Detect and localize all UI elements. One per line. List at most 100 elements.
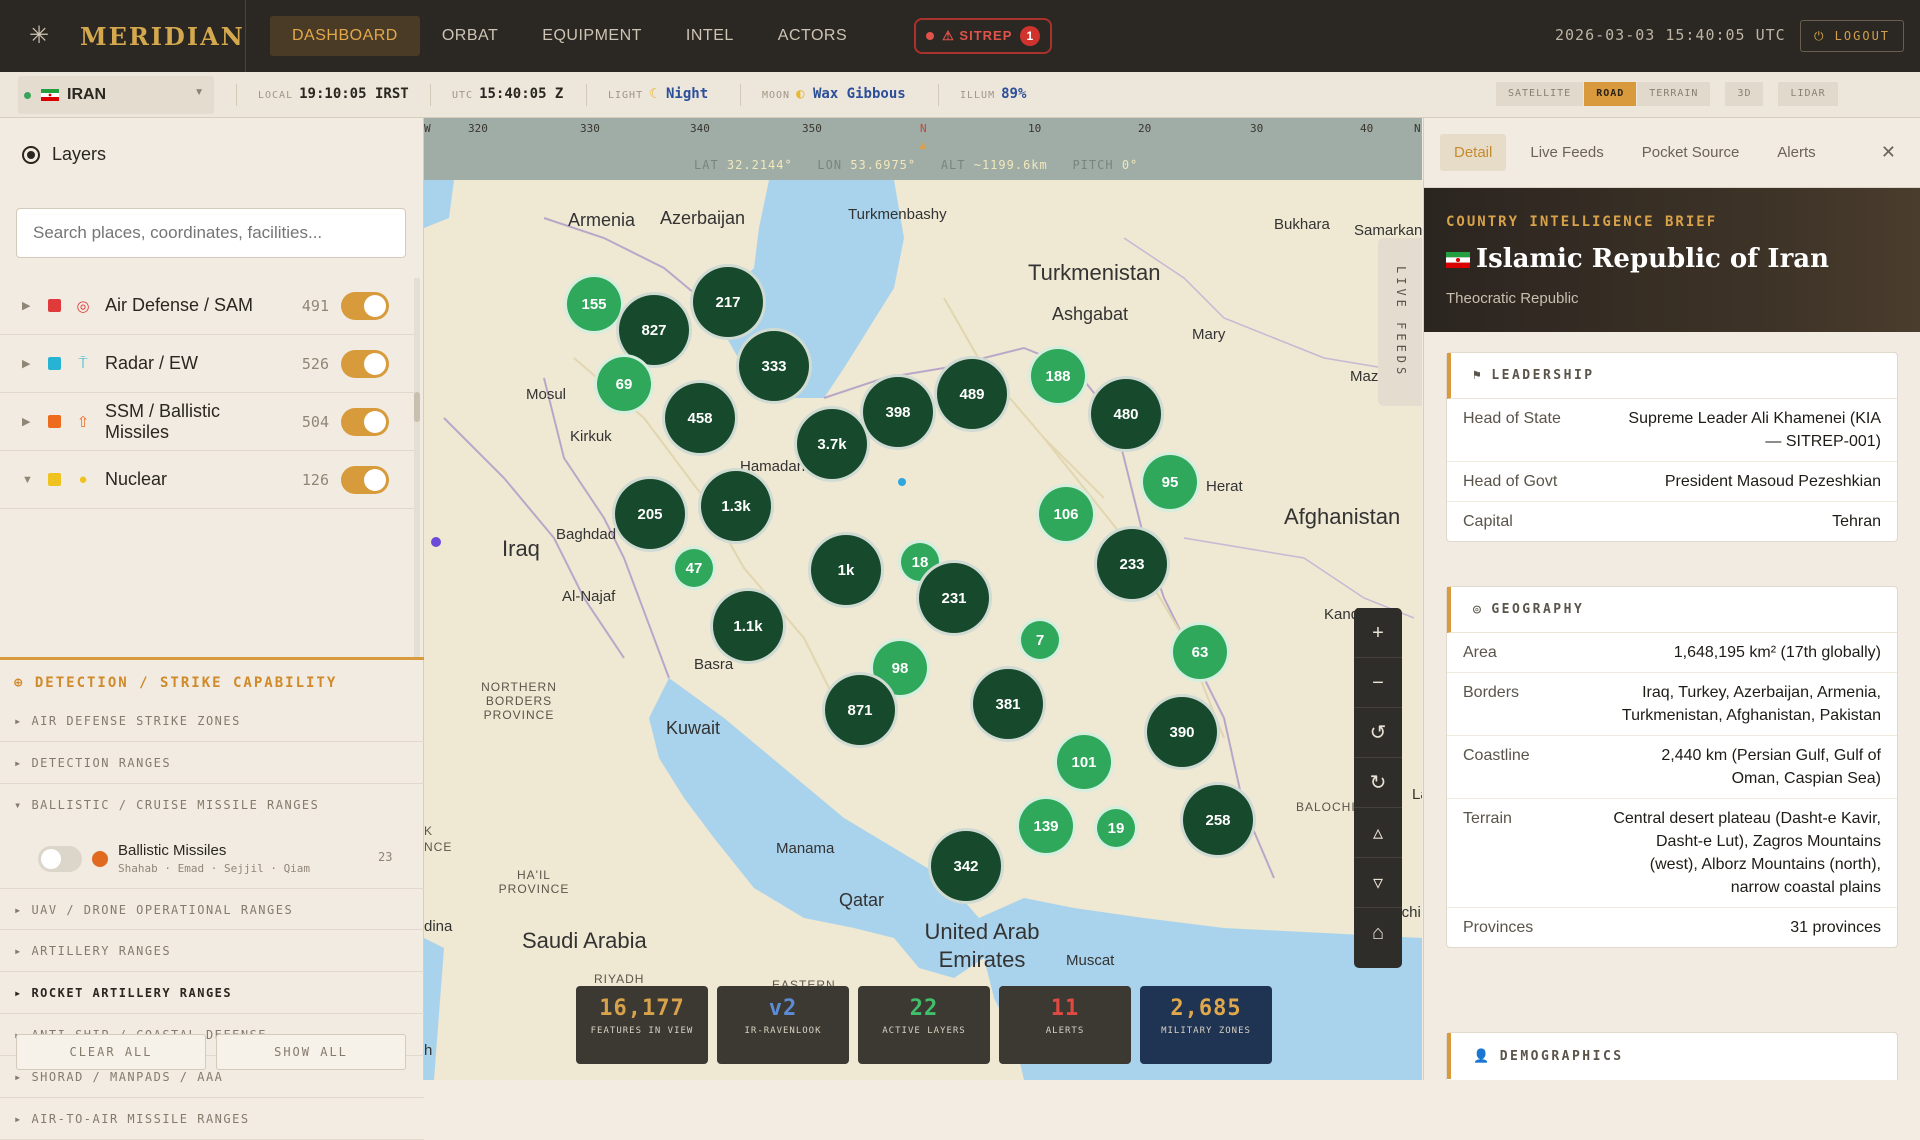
nav-actors[interactable]: ACTORS xyxy=(756,16,869,56)
nav-orbat[interactable]: ORBAT xyxy=(420,16,520,56)
country-hero: COUNTRY INTELLIGENCE BRIEF Islamic Repub… xyxy=(1424,188,1920,332)
close-icon[interactable]: ✕ xyxy=(1881,142,1896,163)
layer-toggle[interactable] xyxy=(341,407,389,436)
alt-label: ALT xyxy=(940,158,966,172)
sitrep-button[interactable]: ⚠ SITREP 1 xyxy=(914,18,1053,54)
map-cluster[interactable]: 489 xyxy=(934,356,1010,432)
zoom-out-button[interactable]: − xyxy=(1354,658,1402,708)
tab-detail[interactable]: Detail xyxy=(1440,134,1507,171)
layer-label: Radar / EW xyxy=(105,353,199,373)
map-cluster[interactable]: 398 xyxy=(860,374,936,450)
compass-ruler[interactable]: W 320 330 340 350 N 10 20 30 40 N ▲ LAT … xyxy=(424,118,1422,180)
search-input[interactable] xyxy=(16,208,406,258)
live-feeds-tab[interactable]: LIVE FEEDS xyxy=(1378,238,1422,406)
map-cluster[interactable]: 217 xyxy=(690,264,766,340)
cap-row-uav-ranges[interactable]: ▸ UAV / DRONE OPERATIONAL RANGES xyxy=(0,888,424,930)
map-cluster[interactable]: 19 xyxy=(1094,806,1138,850)
zoom-in-button[interactable]: + xyxy=(1354,608,1402,658)
view-satellite[interactable]: SATELLITE xyxy=(1496,82,1584,106)
tab-alerts[interactable]: Alerts xyxy=(1763,134,1829,171)
map-cluster[interactable]: 205 xyxy=(612,476,688,552)
layer-toggle[interactable] xyxy=(341,465,389,494)
map-cluster[interactable]: 233 xyxy=(1094,526,1170,602)
tilt-up-button[interactable]: ▵ xyxy=(1354,808,1402,858)
ballistic-toggle[interactable] xyxy=(38,846,82,872)
layer-row-nuclear[interactable]: ▼ ● Nuclear 126 xyxy=(0,451,414,509)
map-cluster[interactable]: 188 xyxy=(1028,346,1088,406)
layer-row-air-defense[interactable]: ▶ ◎ Air Defense / SAM 491 xyxy=(0,277,414,335)
map-cluster[interactable]: 390 xyxy=(1144,694,1220,770)
map-cluster[interactable]: 7 xyxy=(1018,618,1062,662)
layer-toggle[interactable] xyxy=(341,291,389,320)
demographics-card[interactable]: 👤 DEMOGRAPHICS xyxy=(1446,1032,1898,1080)
moon-status: MOON ◐ Wax Gibbous xyxy=(762,86,906,102)
nav-dashboard[interactable]: DASHBOARD xyxy=(270,16,420,56)
map-cluster[interactable]: 106 xyxy=(1036,484,1096,544)
utc-clock: 2026-03-03 15:40:05 UTC xyxy=(1555,26,1786,44)
map-cluster[interactable]: 231 xyxy=(916,560,992,636)
cap-row-artillery-ranges[interactable]: ▸ ARTILLERY RANGES xyxy=(0,930,424,972)
collapse-caret-icon[interactable]: ▼ xyxy=(22,474,34,486)
kv-key: Head of State xyxy=(1463,410,1561,427)
country-select[interactable]: IRAN ▼ xyxy=(18,76,214,114)
map-view[interactable]: W 320 330 340 350 N 10 20 30 40 N ▲ LAT … xyxy=(424,118,1422,1080)
map-cluster[interactable]: 1k xyxy=(808,532,884,608)
map-cluster[interactable]: 871 xyxy=(822,672,898,748)
expand-caret-icon[interactable]: ▶ xyxy=(22,357,34,370)
expand-caret-icon[interactable]: ▶ xyxy=(22,299,34,312)
nav-equipment[interactable]: EQUIPMENT xyxy=(520,16,664,56)
map-cluster[interactable]: 333 xyxy=(736,328,812,404)
tab-pocket-source[interactable]: Pocket Source xyxy=(1628,134,1754,171)
map-cluster[interactable]: 458 xyxy=(662,380,738,456)
view-terrain[interactable]: TERRAIN xyxy=(1637,82,1711,106)
alert-dot-icon xyxy=(926,32,935,40)
view-road[interactable]: ROAD xyxy=(1584,82,1637,106)
tilt-down-button[interactable]: ▿ xyxy=(1354,858,1402,908)
cap-row-ballistic-ranges[interactable]: ▾ BALLISTIC / CRUISE MISSILE RANGES xyxy=(0,784,424,826)
cap-row-rocket-artillery[interactable]: ▸ ROCKET ARTILLERY RANGES xyxy=(0,972,424,1014)
map-cluster[interactable]: 258 xyxy=(1180,782,1256,858)
clear-all-button[interactable]: CLEAR ALL xyxy=(16,1034,206,1070)
map-cluster[interactable]: 47 xyxy=(672,546,716,590)
kv-key: Capital xyxy=(1463,513,1513,530)
place-label: Turkmenbashy xyxy=(848,206,947,223)
map-cluster[interactable]: 3.7k xyxy=(794,406,870,482)
layer-row-radar[interactable]: ▶ ⍑ Radar / EW 526 xyxy=(0,335,414,393)
expand-caret-icon[interactable]: ▶ xyxy=(22,415,34,428)
layers-scrollbar[interactable] xyxy=(414,278,420,658)
place-label: NORTHERN BORDERS PROVINCE xyxy=(481,680,557,722)
place-label: Maz xyxy=(1350,368,1379,385)
ruler-coordinates: LAT 32.2144° LON 53.6975° ALT ~1199.6km … xyxy=(694,158,1138,172)
map-cluster[interactable]: 480 xyxy=(1088,376,1164,452)
cap-row-air-defense-zones[interactable]: ▸ AIR DEFENSE STRIKE ZONES xyxy=(0,700,424,742)
place-label: Manama xyxy=(776,840,835,857)
map-cluster[interactable]: 1.1k xyxy=(710,588,786,664)
map-cluster[interactable]: 69 xyxy=(594,354,654,414)
map-cluster[interactable]: 139 xyxy=(1016,796,1076,856)
layer-color-swatch xyxy=(48,357,61,370)
logout-button[interactable]: ⏻ LOGOUT xyxy=(1800,20,1904,52)
home-button[interactable]: ⌂ xyxy=(1354,908,1402,958)
map-controls: + − ↺ ↻ ▵ ▿ ⌂ xyxy=(1354,608,1402,968)
nav-intel[interactable]: INTEL xyxy=(664,16,756,56)
show-all-button[interactable]: SHOW ALL xyxy=(216,1034,406,1070)
brand[interactable]: ✳ MERIDIAN xyxy=(0,0,246,72)
map-cluster[interactable]: 155 xyxy=(564,274,624,334)
rotate-left-button[interactable]: ↺ xyxy=(1354,708,1402,758)
map-cluster[interactable]: 95 xyxy=(1140,452,1200,512)
map-cluster[interactable]: 342 xyxy=(928,828,1004,904)
map-cluster[interactable]: 101 xyxy=(1054,732,1114,792)
map-cluster[interactable]: 381 xyxy=(970,666,1046,742)
layer-row-ssm[interactable]: ▶ ⇧ SSM / Ballistic Missiles 504 xyxy=(0,393,414,451)
view-lidar[interactable]: LIDAR xyxy=(1778,82,1838,106)
map-cluster[interactable]: 1.3k xyxy=(698,468,774,544)
tab-live-feeds[interactable]: Live Feeds xyxy=(1516,134,1617,171)
place-label: HA'IL PROVINCE xyxy=(498,868,570,896)
view-3d[interactable]: 3D xyxy=(1725,82,1764,106)
kv-key: Terrain xyxy=(1463,810,1512,827)
map-cluster[interactable]: 63 xyxy=(1170,622,1230,682)
layer-toggle[interactable] xyxy=(341,349,389,378)
rotate-right-button[interactable]: ↻ xyxy=(1354,758,1402,808)
cap-row-air-to-air[interactable]: ▸ AIR-TO-AIR MISSILE RANGES xyxy=(0,1098,424,1140)
cap-row-detection-ranges[interactable]: ▸ DETECTION RANGES xyxy=(0,742,424,784)
